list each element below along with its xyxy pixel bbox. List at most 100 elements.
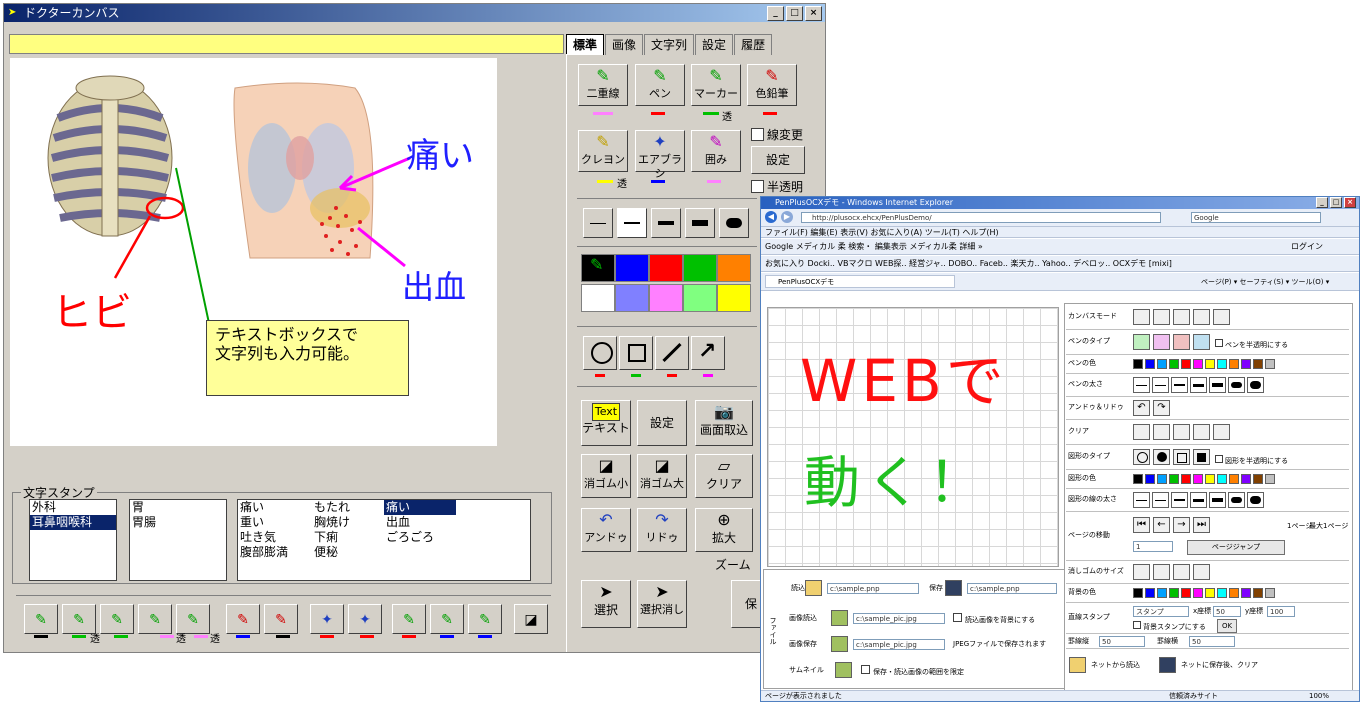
color-swatch[interactable] [1145,359,1155,369]
list-item[interactable]: 便秘 [312,545,384,560]
color-swatch[interactable] [1169,359,1179,369]
preset-pen-button[interactable]: ✎ [138,604,172,634]
list-item[interactable]: 下痢 [312,530,384,545]
text-mode-icon[interactable] [1193,309,1210,325]
canvas-textbox[interactable]: テキストボックスで 文字列も入力可能。 [206,320,409,396]
preset-pen-button[interactable]: ✎ [430,604,464,634]
square-outline-icon[interactable] [1173,449,1190,465]
tab-history[interactable]: 履歴 [734,34,773,55]
color-swatch[interactable] [1217,588,1227,598]
list-item[interactable]: 重い [238,515,310,530]
color-swatch[interactable] [1133,588,1143,598]
color-swatch[interactable] [1253,588,1263,598]
eraser-size-3-icon[interactable] [1173,564,1190,580]
line-width-5-button[interactable] [719,208,749,238]
image-save-icon[interactable] [831,636,848,652]
square-filled-icon[interactable] [1193,449,1210,465]
airbrush-button[interactable]: ✦ エアブラシ [635,130,685,180]
color-swatch-white[interactable] [581,284,615,312]
back-icon[interactable]: ◀ [765,211,777,223]
google-toolbar[interactable]: Google メディカル 柔 検索・ 編集表示 メディカル柔 詳細 » [761,239,1359,255]
line-width-option[interactable] [1133,377,1150,393]
line-width-4-button[interactable] [685,208,715,238]
bg-stamp-checkbox[interactable]: 背景スタンプにする [1133,621,1206,633]
color-swatch[interactable] [1193,359,1203,369]
pen-mode-icon[interactable] [1133,309,1150,325]
preset-pen-button[interactable]: ✎ [100,604,134,634]
color-swatch[interactable] [1253,474,1263,484]
color-swatch[interactable] [1145,474,1155,484]
redo-button[interactable]: ↷ リドゥ [637,508,687,552]
color-swatch[interactable] [1205,474,1215,484]
line-width-option[interactable] [1152,377,1169,393]
color-swatch[interactable] [1157,588,1167,598]
eraser-size-2-icon[interactable] [1153,564,1170,580]
browser-tab[interactable]: PenPlusOCXデモ [765,275,955,288]
prev-page-icon[interactable]: ← [1153,517,1170,533]
color-swatch[interactable] [1205,588,1215,598]
preset-eraser-button[interactable]: ◪ [514,604,548,634]
list-item[interactable]: 腹部膨満 [238,545,310,560]
color-swatch[interactable] [1181,588,1191,598]
color-swatch[interactable] [1193,588,1203,598]
clear-image-icon[interactable] [1213,424,1230,440]
drawing-canvas[interactable]: 痛い 出血 ヒビ テキストボックスで 文字列も入力可能。 [10,58,497,446]
color-swatch[interactable] [1217,359,1227,369]
clear-page-icon[interactable] [1173,424,1190,440]
color-swatch[interactable] [1133,474,1143,484]
line-change-checkbox[interactable]: 線変更 [751,126,803,143]
preset-pen-button[interactable]: ✎ [226,604,260,634]
double-line-pen-button[interactable]: ✎ 二重線 [578,64,628,106]
maximize-button[interactable]: □ [1330,197,1342,208]
eraser-small-button[interactable]: ◪ 消ゴム小 [581,454,631,498]
minimize-button[interactable]: _ [1316,197,1328,208]
line-width-option[interactable] [1171,377,1188,393]
last-page-icon[interactable]: ⏭ [1193,517,1210,533]
color-swatch[interactable] [1241,359,1251,369]
floppy-icon[interactable] [945,580,962,596]
forward-icon[interactable]: ▶ [781,211,793,223]
color-swatch[interactable] [1181,474,1191,484]
color-swatch[interactable] [1229,474,1239,484]
search-box[interactable]: Google [1191,212,1321,223]
tab-text[interactable]: 文字列 [644,34,695,55]
color-swatch[interactable] [1145,588,1155,598]
color-swatch[interactable] [1229,588,1239,598]
pencil-type-icon[interactable] [1173,334,1190,350]
preset-pen-button[interactable]: ✎ [392,604,426,634]
stamp-mode-icon[interactable] [1213,309,1230,325]
color-swatch[interactable] [1181,359,1191,369]
grid-vertical-select[interactable]: 50 [1099,636,1145,647]
color-swatch-yellow[interactable] [717,284,751,312]
color-swatch-pink[interactable] [649,284,683,312]
maximize-button[interactable]: □ [786,6,803,21]
rectangle-shape-button[interactable] [619,336,653,370]
settings-button[interactable]: 設定 [751,146,805,174]
eraser-mode-icon[interactable] [1153,309,1170,325]
organ-list[interactable]: 胃 胃腸 [129,499,227,581]
first-page-icon[interactable]: ⏮ [1133,517,1150,533]
clear-shape-icon[interactable] [1193,424,1210,440]
line-width-2-button[interactable] [617,208,647,238]
circle-filled-icon[interactable] [1153,449,1170,465]
address-bar[interactable]: http://plusocx.ehcx/PenPlusDemo/ [801,212,1161,223]
color-swatch[interactable] [1133,359,1143,369]
line-width-option[interactable] [1209,377,1226,393]
symptom-list[interactable]: 痛い 重い 吐き気 腹部膨満 もたれ 胸焼け 下痢 便秘 痛い 出血 ごろごろ [237,499,531,581]
image-load-input[interactable]: c:\sample_pic.jpg [853,613,945,624]
zoom-button[interactable]: ⊕ 拡大 [695,508,753,552]
color-swatch[interactable] [1169,474,1179,484]
undo-button[interactable]: ↶ アンドゥ [581,508,631,552]
color-swatch-green[interactable] [683,254,717,282]
line-width-option[interactable] [1133,492,1150,508]
preset-airbrush-button[interactable]: ✦ [310,604,344,634]
color-swatch[interactable] [1169,588,1179,598]
minimize-button[interactable]: _ [767,6,784,21]
circle-outline-icon[interactable] [1133,449,1150,465]
y-coord-input[interactable]: 100 [1267,606,1295,617]
ok-button[interactable]: OK [1217,619,1237,633]
zoom-level[interactable]: 100% [1309,691,1329,701]
text-input-bar[interactable] [9,34,564,54]
thumbnail-checkbox[interactable]: 保存・読込画像の範囲を限定 [861,665,964,678]
text-button[interactable]: Text テキスト [581,400,631,446]
